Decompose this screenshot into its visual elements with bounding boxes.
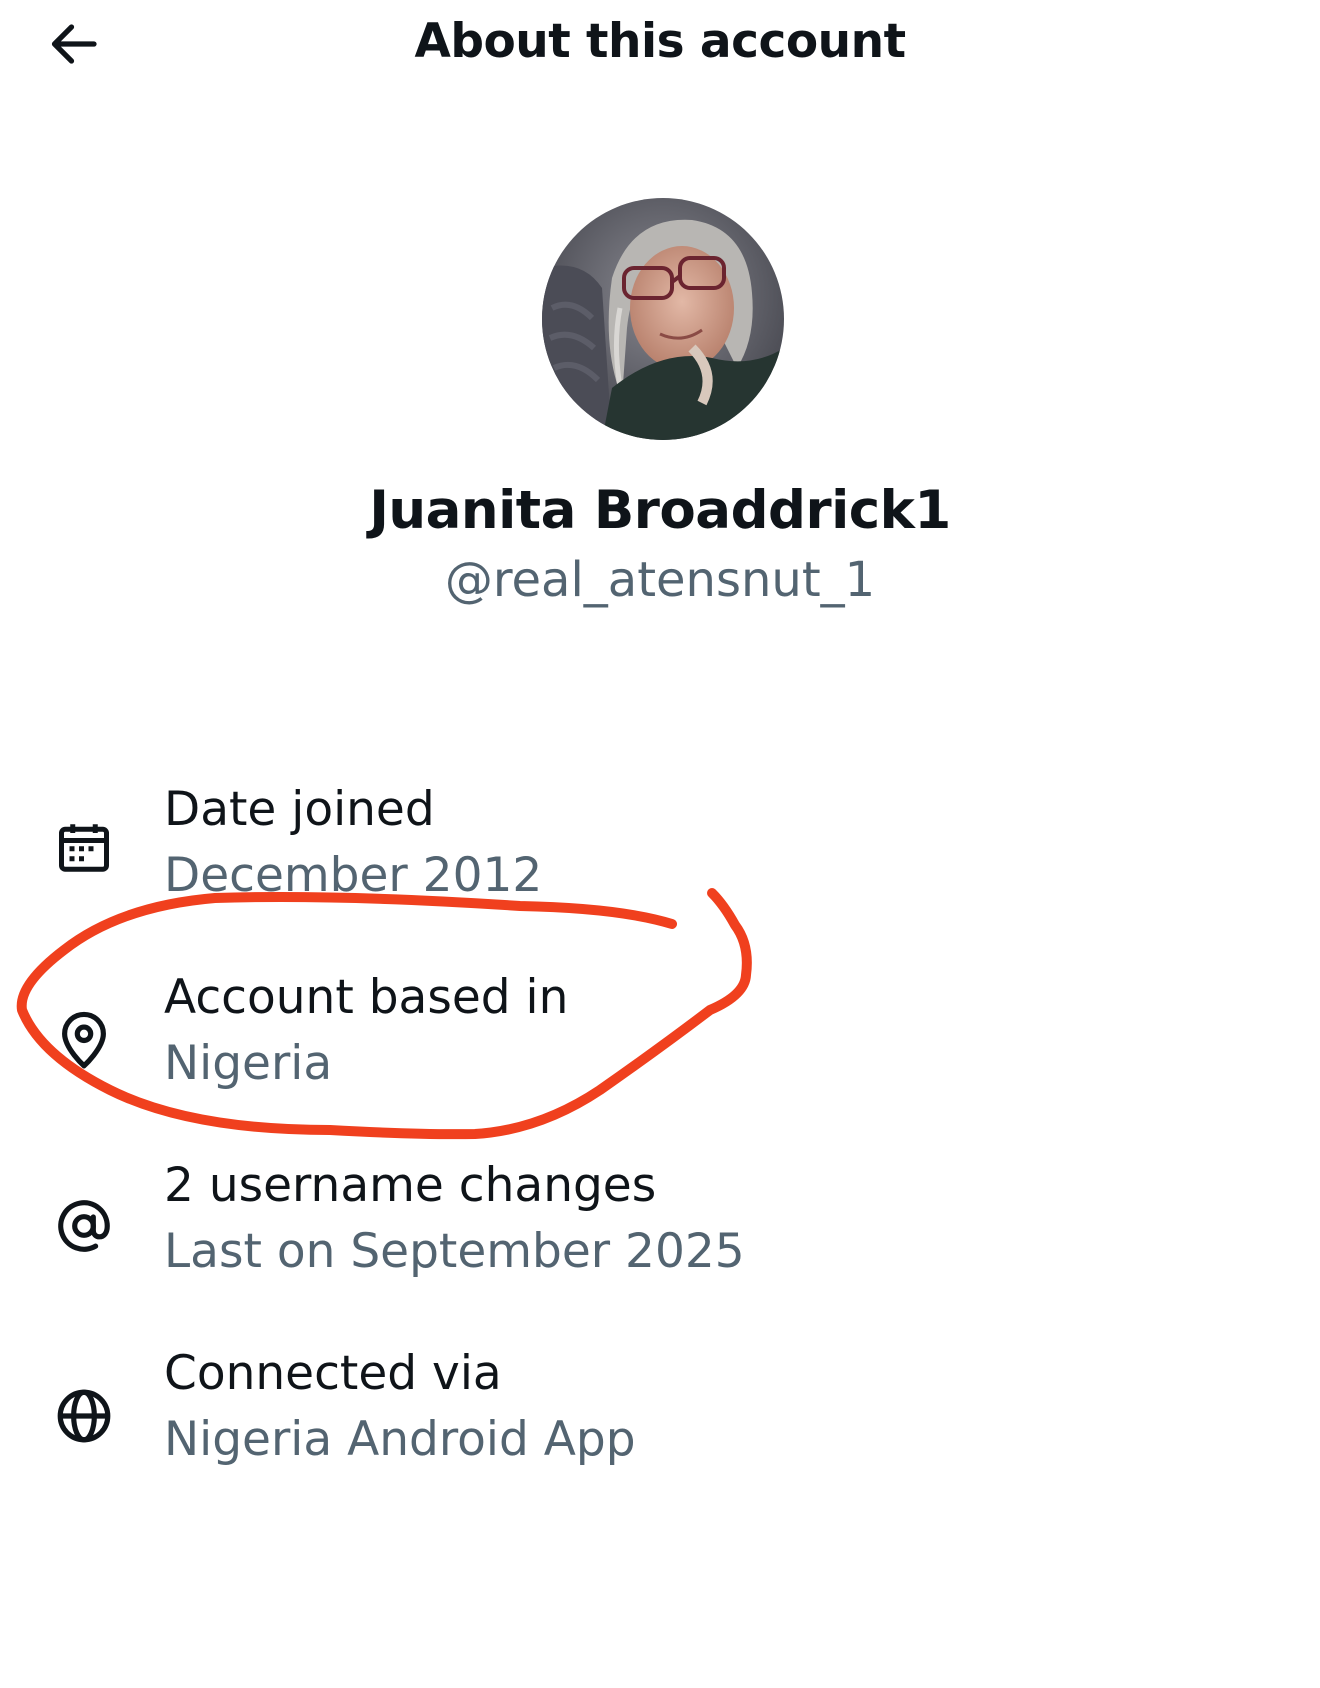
calendar-icon	[50, 814, 118, 882]
location-pin-icon	[50, 1006, 118, 1074]
info-label: 2 username changes	[164, 1158, 657, 1213]
username-handle: @real_atensnut_1	[444, 552, 876, 608]
info-label: Connected via	[164, 1346, 502, 1401]
at-sign-icon	[50, 1192, 118, 1260]
header: About this account	[0, 0, 1320, 90]
info-row-username-changes: 2 username changes Last on September 202…	[0, 1156, 1320, 1306]
info-row-connected-via: Connected via Nigeria Android App	[0, 1344, 1320, 1494]
display-name: Juanita Broaddrick1	[369, 480, 951, 541]
info-value: Nigeria Android App	[164, 1412, 636, 1467]
info-value: Nigeria	[164, 1036, 333, 1091]
avatar[interactable]	[542, 198, 784, 440]
info-label: Account based in	[164, 970, 569, 1025]
page-title: About this account	[414, 14, 906, 69]
globe-icon	[50, 1382, 118, 1450]
info-label: Date joined	[164, 782, 435, 837]
info-value: Last on September 2025	[164, 1224, 745, 1279]
info-row-date-joined: Date joined December 2012	[0, 780, 1320, 930]
info-value: December 2012	[164, 848, 543, 903]
profile-photo	[542, 198, 784, 440]
info-row-account-based-in: Account based in Nigeria	[0, 968, 1320, 1118]
